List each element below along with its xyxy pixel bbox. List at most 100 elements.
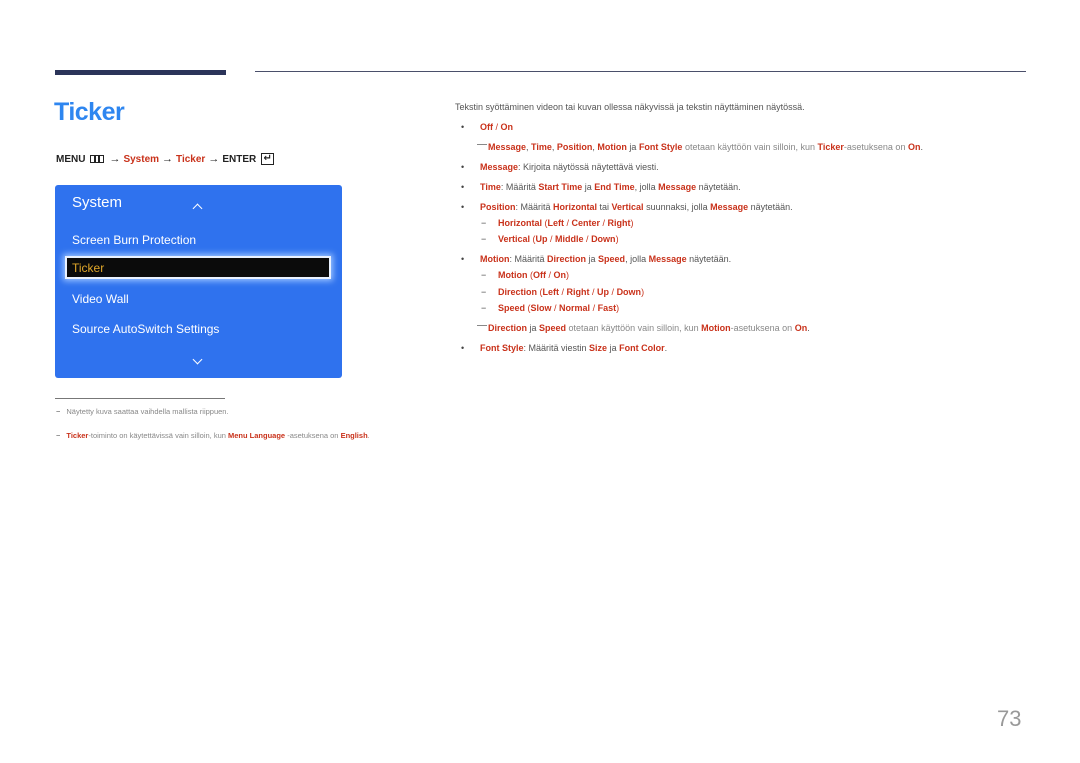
term: Off <box>480 122 493 132</box>
osd-item-video-wall[interactable]: Video Wall <box>72 292 129 306</box>
intro-text: Tekstin syöttäminen videon tai kuvan oll… <box>455 102 805 112</box>
term: Down <box>616 287 642 297</box>
text: , jolla <box>634 182 659 192</box>
term: Up <box>535 234 548 244</box>
text: -asetuksena on <box>730 323 795 333</box>
term: Message <box>658 182 697 192</box>
text: / <box>583 234 592 244</box>
term: On <box>794 323 808 333</box>
text: / <box>547 234 556 244</box>
footnote-1: − Näytetty kuva saattaa vaihdella mallist… <box>56 407 229 416</box>
term: Ticker <box>66 431 89 440</box>
chevron-down-icon[interactable] <box>192 354 203 365</box>
text: : Määritä <box>515 202 554 212</box>
term: Vertical <box>611 202 644 212</box>
text: : Määritä <box>509 254 548 264</box>
subitem-direction: − Direction (Left / Right / Up / Down) <box>481 287 645 297</box>
menu-icon <box>90 155 105 163</box>
term: Center <box>571 218 601 228</box>
bullet-icon: • <box>461 182 465 192</box>
text: ) <box>616 303 620 313</box>
text: / <box>493 122 501 132</box>
subitem-vertical: − Vertical (Up / Middle / Down) <box>481 234 619 244</box>
osd-item-ticker-selected[interactable]: Ticker <box>65 256 331 279</box>
term: Size <box>589 343 608 353</box>
chevron-up-icon[interactable] <box>192 203 203 214</box>
term: Ticker <box>817 142 844 152</box>
text: suunnaksi, jolla <box>643 202 711 212</box>
enter-icon: ↵ <box>261 153 275 165</box>
note-off-on: Message, Time, Position, Motion ja Font … <box>477 142 923 152</box>
text: ja <box>582 182 595 192</box>
text: / <box>546 270 554 280</box>
term: Time <box>531 142 552 152</box>
term: Left <box>547 218 565 228</box>
text: näytetään. <box>686 254 732 264</box>
term: Direction <box>547 254 587 264</box>
item-time: • Time: Määritä Start Time ja End Time, … <box>461 182 741 192</box>
text: . <box>664 343 668 353</box>
dash-icon: − <box>481 303 487 313</box>
header-rule-thick <box>55 70 226 75</box>
note-icon <box>477 325 487 327</box>
osd-item-ticker-label: Ticker <box>72 261 105 275</box>
bullet-icon: • <box>461 254 465 264</box>
menu-label: MENU <box>56 153 86 165</box>
term: Message <box>710 202 749 212</box>
item-position: • Position: Määritä Horizontal tai Verti… <box>461 202 793 212</box>
term: On <box>500 122 514 132</box>
text: otetaan käyttöön vain silloin, kun <box>682 142 818 152</box>
term: Speed <box>598 254 626 264</box>
term: Message <box>488 142 527 152</box>
header-rule-thin <box>255 71 1026 72</box>
dash-icon: − <box>481 218 487 228</box>
osd-item-screen-burn-protection[interactable]: Screen Burn Protection <box>72 233 196 247</box>
enter-label: ENTER <box>222 153 257 165</box>
text: . <box>367 431 370 440</box>
term: Font Color <box>619 343 665 353</box>
term: Speed <box>498 303 526 313</box>
note-motion: Direction ja Speed otetaan käyttöön vain… <box>477 323 810 333</box>
bullet-icon: • <box>461 162 465 172</box>
page-title: Ticker <box>54 98 125 126</box>
system-menu-screenshot: System Screen Burn Protection Ticker Vid… <box>55 185 342 378</box>
term: Font Style <box>638 142 683 152</box>
footnote-2: − Ticker-toiminto on käytettävissä vain s… <box>56 431 370 440</box>
term: Normal <box>559 303 591 313</box>
text: ) <box>641 287 645 297</box>
dash-icon: − <box>56 431 61 440</box>
text: ja <box>586 254 599 264</box>
text: . <box>920 142 923 152</box>
text: ) <box>630 218 634 228</box>
term: Vertical <box>498 234 531 244</box>
text: / <box>589 287 598 297</box>
text: : Määritä viestin <box>523 343 590 353</box>
text: -toiminto on käytettävissä vain silloin,… <box>88 431 229 440</box>
term: Motion <box>701 323 731 333</box>
item-off-on: • Off / On <box>461 122 514 132</box>
osd-item-source-autoswitch-settings[interactable]: Source AutoSwitch Settings <box>72 322 219 336</box>
term: Position <box>556 142 593 152</box>
text: näytetään. <box>748 202 793 212</box>
text: / <box>559 287 567 297</box>
osd-title: System <box>72 194 123 211</box>
term: Position <box>480 202 516 212</box>
term: Right <box>607 218 631 228</box>
arrow-icon: → <box>208 153 220 165</box>
term: Font Style <box>480 343 524 353</box>
text: : Kirjoita näytössä näytettävä viesti. <box>518 162 659 172</box>
text: -asetuksena on <box>285 431 341 440</box>
term: Middle <box>555 234 584 244</box>
bullet-icon: • <box>461 202 465 212</box>
dash-icon: − <box>481 234 487 244</box>
term: Horizontal <box>553 202 598 212</box>
subitem-motion: − Motion (Off / On) <box>481 270 569 280</box>
subitem-horizontal: − Horizontal (Left / Center / Right) <box>481 218 634 228</box>
text: ja <box>527 323 540 333</box>
footnote-1-text: Näytetty kuva saattaa vaihdella mallista… <box>66 407 229 416</box>
term: On <box>907 142 921 152</box>
menu-path-system: System <box>123 153 160 165</box>
text: / <box>551 303 560 313</box>
term: Down <box>591 234 616 244</box>
bullet-icon: • <box>461 343 465 353</box>
